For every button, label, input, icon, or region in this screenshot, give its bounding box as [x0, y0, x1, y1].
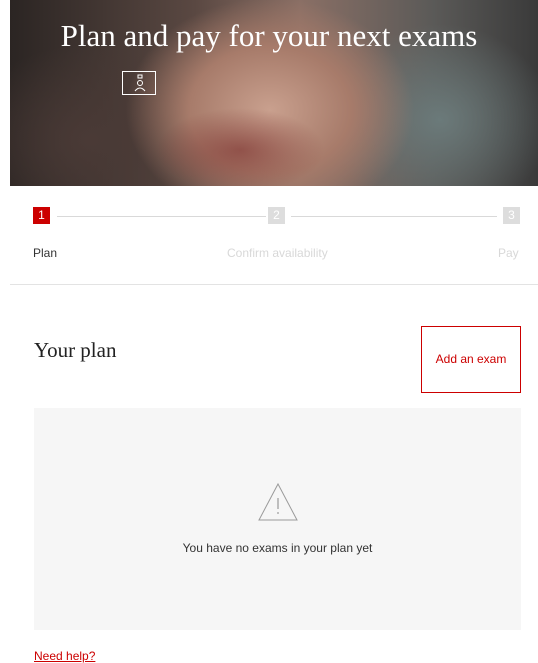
step-connector: [291, 216, 497, 217]
warning-triangle-icon: [257, 482, 299, 527]
step-3-number: 3: [503, 207, 520, 224]
progress-stepper: 1 2 3: [33, 207, 521, 227]
add-exam-button[interactable]: Add an exam: [421, 326, 521, 393]
step-3-label: Pay: [498, 246, 519, 260]
need-help-link[interactable]: Need help?: [34, 649, 95, 663]
step-2-label: Confirm availability: [227, 246, 328, 260]
step-2-number: 2: [268, 207, 285, 224]
step-1-label: Plan: [33, 246, 58, 260]
empty-plan-message: You have no exams in your plan yet: [182, 541, 373, 555]
page-title: Plan and pay for your next exams: [60, 18, 478, 53]
step-1-number: 1: [33, 207, 50, 224]
step-connector: [57, 216, 266, 217]
section-divider: [10, 284, 538, 285]
plan-heading: Your plan: [34, 338, 117, 362]
id-badge-icon: [122, 71, 156, 95]
empty-plan-panel: You have no exams in your plan yet: [34, 408, 521, 630]
